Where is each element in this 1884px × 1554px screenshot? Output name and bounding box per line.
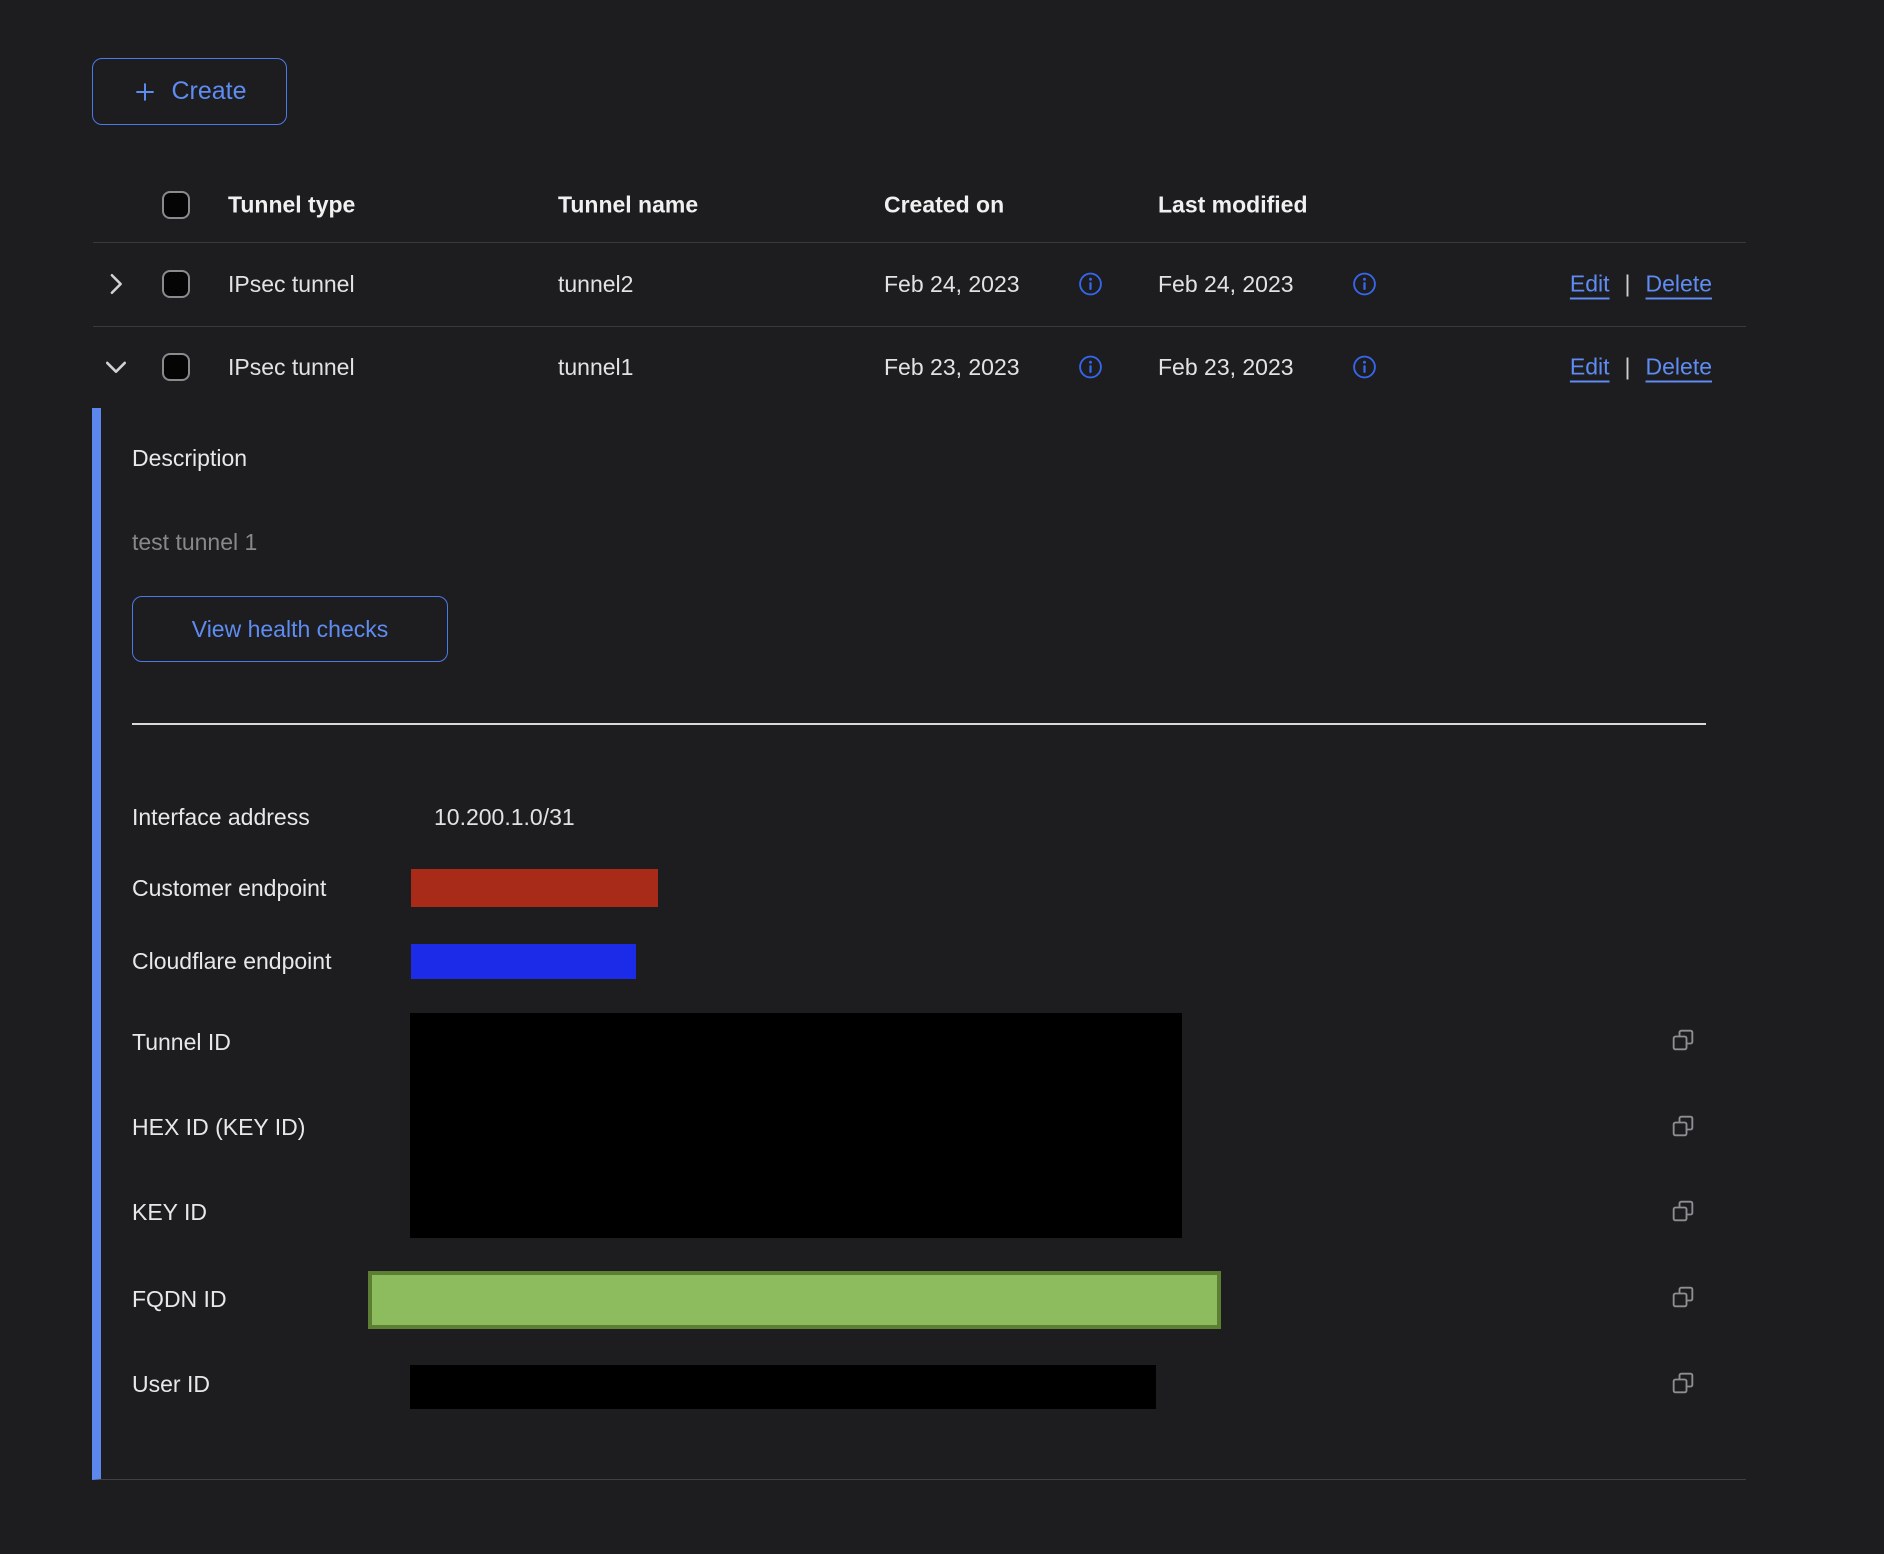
tunnel-id-label: Tunnel ID — [132, 1028, 231, 1056]
copy-hex-id-button[interactable] — [1669, 1112, 1697, 1140]
copy-tunnel-id-button[interactable] — [1669, 1026, 1697, 1054]
delete-link[interactable]: Delete — [1646, 271, 1712, 298]
chevron-down-icon[interactable] — [102, 353, 130, 381]
tunnel-type-cell: IPsec tunnel — [228, 353, 355, 381]
row-actions: Edit | Delete — [1570, 271, 1712, 298]
copy-icon — [1669, 1283, 1697, 1311]
copy-key-id-button[interactable] — [1669, 1197, 1697, 1225]
interface-address-label: Interface address — [132, 803, 310, 831]
description-label: Description — [132, 444, 247, 472]
tunnel-type-cell: IPsec tunnel — [228, 270, 355, 298]
table-header: Tunnel type Tunnel name Created on Last … — [93, 168, 1746, 243]
copy-fqdn-id-button[interactable] — [1669, 1283, 1697, 1311]
tunnel-hex-key-id-redacted-values — [410, 1013, 1182, 1238]
info-icon[interactable] — [1078, 355, 1103, 380]
column-header-tunnel-name: Tunnel name — [558, 192, 698, 219]
hex-id-label: HEX ID (KEY ID) — [132, 1113, 305, 1141]
fqdn-id-label: FQDN ID — [132, 1285, 227, 1313]
actions-separator: | — [1625, 271, 1631, 298]
cloudflare-endpoint-redacted-value — [411, 944, 636, 979]
copy-icon — [1669, 1112, 1697, 1140]
copy-icon — [1669, 1026, 1697, 1054]
select-all-checkbox[interactable] — [162, 191, 190, 219]
key-id-label: KEY ID — [132, 1198, 207, 1226]
view-health-checks-button[interactable]: View health checks — [132, 596, 448, 662]
last-modified-cell: Feb 24, 2023 — [1158, 270, 1294, 298]
create-button-label: Create — [171, 77, 246, 106]
view-health-checks-label: View health checks — [192, 616, 388, 643]
tunnel-name-cell: tunnel1 — [558, 353, 633, 381]
plus-icon — [132, 79, 158, 105]
description-value: test tunnel 1 — [132, 528, 257, 556]
info-icon[interactable] — [1078, 272, 1103, 297]
user-id-label: User ID — [132, 1370, 210, 1398]
created-on-cell: Feb 24, 2023 — [884, 270, 1020, 298]
edit-link[interactable]: Edit — [1570, 354, 1610, 381]
info-icon[interactable] — [1352, 272, 1377, 297]
column-header-tunnel-type: Tunnel type — [228, 192, 355, 219]
copy-icon — [1669, 1369, 1697, 1397]
chevron-right-icon[interactable] — [102, 270, 130, 298]
copy-icon — [1669, 1197, 1697, 1225]
ipsec-tunnels-page: Create Tunnel type Tunnel name Created o… — [0, 0, 1884, 1554]
create-button[interactable]: Create — [92, 58, 287, 125]
table-row: IPsec tunnel tunnel1 Feb 23, 2023 Feb 23… — [93, 326, 1746, 408]
column-header-created-on: Created on — [884, 192, 1004, 219]
created-on-cell: Feb 23, 2023 — [884, 353, 1020, 381]
column-header-last-modified: Last modified — [1158, 192, 1308, 219]
customer-endpoint-label: Customer endpoint — [132, 874, 326, 902]
interface-address-value: 10.200.1.0/31 — [434, 803, 575, 831]
row-checkbox[interactable] — [162, 353, 190, 381]
customer-endpoint-redacted-value — [411, 869, 658, 907]
delete-link[interactable]: Delete — [1646, 354, 1712, 381]
section-divider — [132, 723, 1706, 725]
copy-user-id-button[interactable] — [1669, 1369, 1697, 1397]
user-id-redacted-value — [410, 1365, 1156, 1409]
actions-separator: | — [1625, 354, 1631, 381]
row-checkbox[interactable] — [162, 270, 190, 298]
row-actions: Edit | Delete — [1570, 354, 1712, 381]
last-modified-cell: Feb 23, 2023 — [1158, 353, 1294, 381]
edit-link[interactable]: Edit — [1570, 271, 1610, 298]
cloudflare-endpoint-label: Cloudflare endpoint — [132, 947, 331, 975]
tunnel-details-panel: Description test tunnel 1 View health ch… — [92, 408, 1746, 1480]
fqdn-id-redacted-value — [368, 1271, 1221, 1329]
info-icon[interactable] — [1352, 355, 1377, 380]
tunnel-name-cell: tunnel2 — [558, 270, 633, 298]
table-row: IPsec tunnel tunnel2 Feb 24, 2023 Feb 24… — [93, 242, 1746, 327]
